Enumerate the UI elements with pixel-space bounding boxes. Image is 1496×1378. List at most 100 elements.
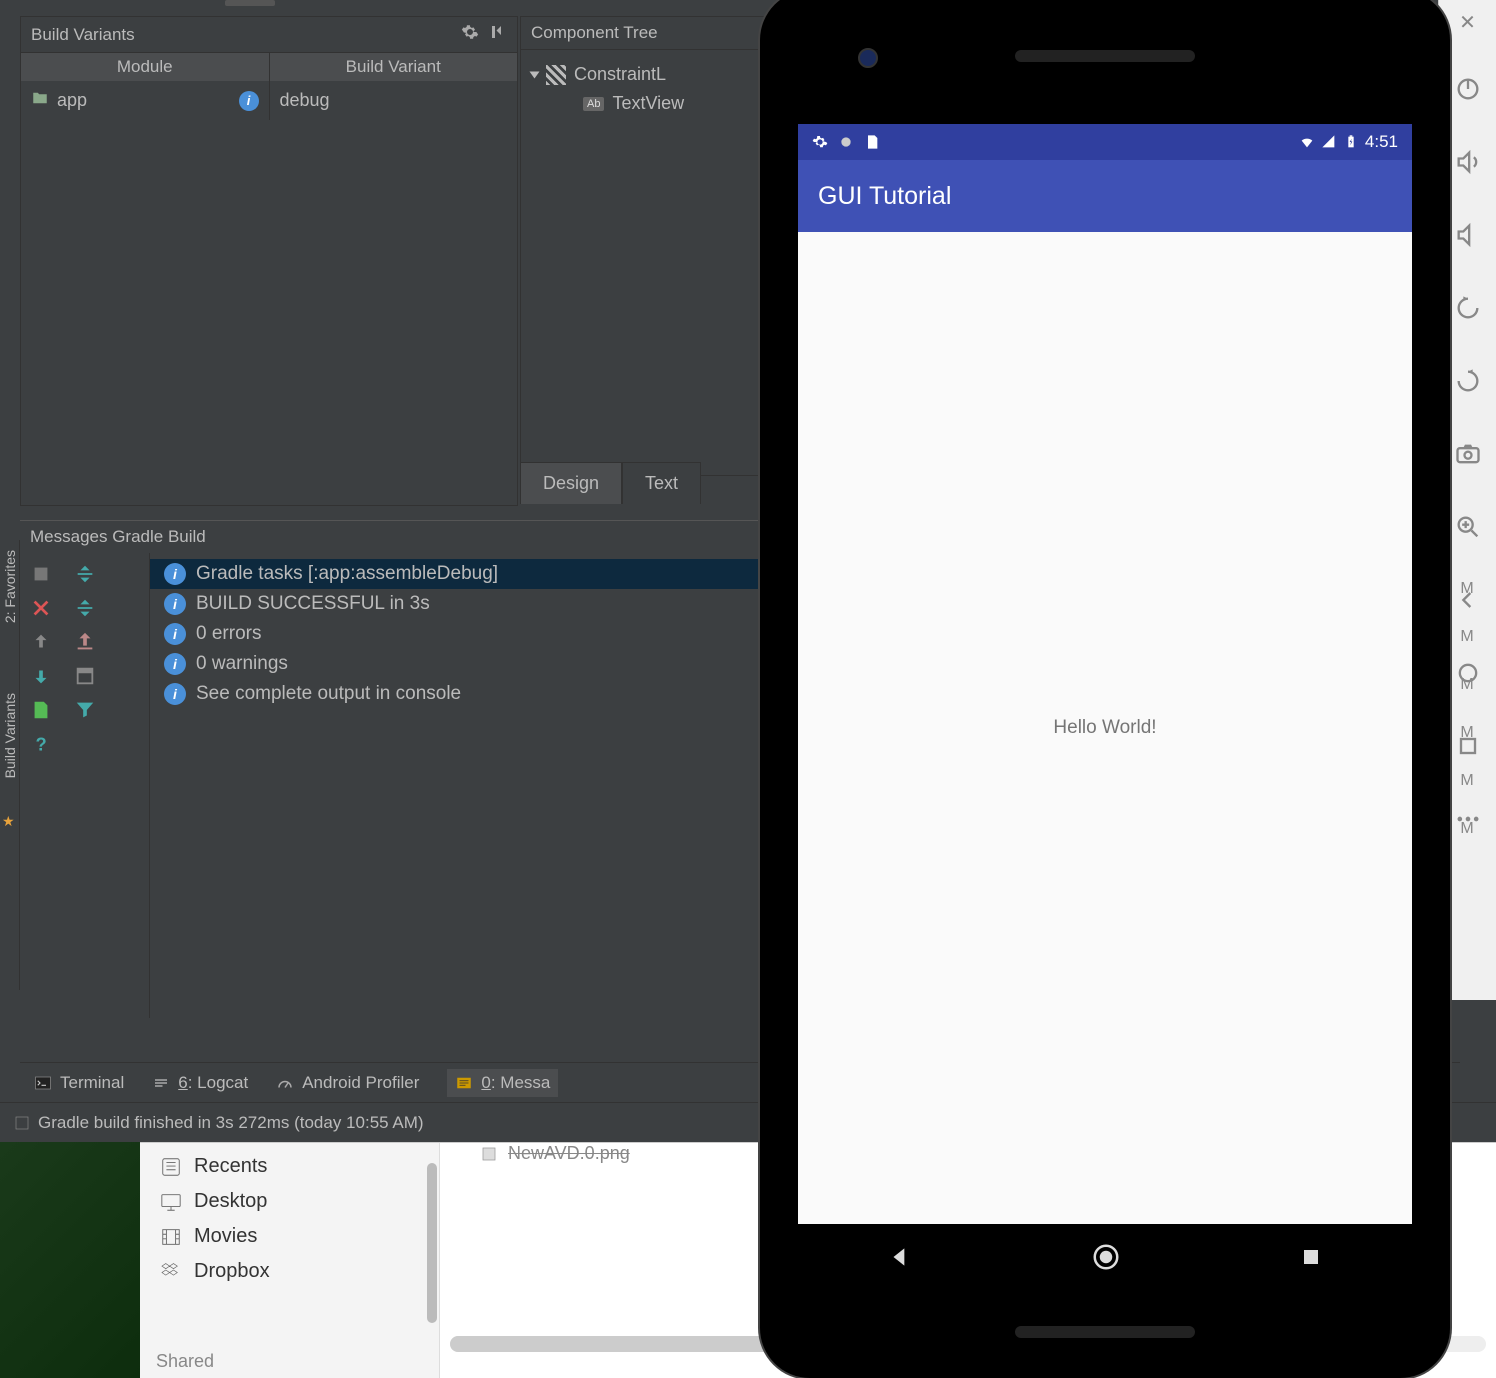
status-text: Gradle build finished in 3s 272ms (today… [38, 1113, 424, 1133]
rotate-left-icon[interactable] [1454, 294, 1482, 327]
close-icon[interactable]: ✕ [1459, 10, 1476, 35]
nav-home-icon[interactable] [1091, 1242, 1121, 1277]
front-camera-icon [858, 48, 878, 68]
desktop-background [0, 1142, 140, 1378]
help-icon[interactable]: ? [28, 731, 54, 757]
tab-logcat[interactable]: 6: Logcat [152, 1073, 248, 1093]
overflow-label: M [1460, 676, 1473, 694]
message-text: 0 errors [196, 623, 261, 645]
tree-item-root[interactable]: ConstraintL [531, 60, 789, 89]
gear-icon [812, 134, 828, 150]
sd-card-icon [864, 134, 880, 150]
rail-build-variants[interactable]: Build Variants [0, 683, 20, 788]
file-row[interactable]: NewAVD.0.png [480, 1143, 630, 1164]
overflow-label: M [1460, 580, 1473, 598]
expand-all-icon[interactable] [72, 595, 98, 621]
build-variants-title: Build Variants [31, 25, 135, 45]
messages-toolbar: ? [20, 553, 150, 1018]
tab-messages[interactable]: 0: Messa [447, 1069, 558, 1097]
overflow-label: M [1460, 724, 1473, 742]
tab-messages-label: : Messa [491, 1073, 551, 1092]
layout-editor-tabs: Design Text [520, 462, 701, 504]
scrollbar[interactable] [427, 1163, 437, 1323]
sidebar-item-movies[interactable]: Movies [140, 1219, 439, 1254]
volume-up-icon[interactable] [1454, 148, 1482, 181]
rotate-right-icon[interactable] [1454, 367, 1482, 400]
tree-root-label: ConstraintL [574, 64, 666, 85]
file-name: NewAVD.0.png [508, 1143, 630, 1164]
message-text: See complete output in console [196, 683, 461, 705]
arrow-up-icon[interactable] [28, 629, 54, 655]
earpiece-speaker [1015, 50, 1195, 62]
info-icon: i [164, 593, 186, 615]
tab-text[interactable]: Text [622, 462, 701, 504]
component-tree-panel: Component Tree ConstraintL Ab TextView [520, 16, 800, 476]
app-title: GUI Tutorial [818, 182, 951, 211]
sidebar-label: Recents [194, 1155, 267, 1178]
sidebar-item-dropbox[interactable]: Dropbox [140, 1254, 439, 1289]
circle-icon [838, 134, 854, 150]
gear-icon[interactable] [461, 23, 479, 46]
info-icon[interactable]: i [239, 91, 259, 111]
tree-item-child[interactable]: Ab TextView [531, 89, 789, 118]
power-icon[interactable] [1454, 75, 1482, 108]
build-variant-row[interactable]: app i debug [21, 81, 517, 120]
component-tree-title: Component Tree [521, 17, 799, 50]
filter-icon[interactable] [72, 697, 98, 723]
hide-panel-icon[interactable] [489, 23, 507, 46]
sidebar-label: Desktop [194, 1190, 267, 1213]
window-icon[interactable] [72, 663, 98, 689]
overflow-label: M [1460, 820, 1473, 838]
close-icon[interactable] [28, 595, 54, 621]
sidebar-item-desktop[interactable]: Desktop [140, 1184, 439, 1219]
overflow-label: M [1460, 772, 1473, 790]
tree-child-label: TextView [612, 93, 684, 114]
nav-overview-icon[interactable] [1299, 1245, 1323, 1274]
zoom-in-icon[interactable] [1454, 513, 1482, 546]
collapse-all-icon[interactable] [72, 561, 98, 587]
app-content: Hello World! [798, 232, 1412, 1224]
sidebar-label: Dropbox [194, 1260, 270, 1283]
tab-messages-mnemonic: 0 [481, 1073, 490, 1092]
folder-icon [31, 89, 49, 112]
rerun-icon[interactable] [28, 697, 54, 723]
camera-icon[interactable] [1454, 440, 1482, 473]
wifi-icon [1299, 134, 1315, 150]
android-emulator[interactable]: 4:51 GUI Tutorial Hello World! [760, 0, 1450, 1378]
chevron-down-icon[interactable] [530, 71, 540, 78]
textview-icon: Ab [583, 97, 604, 111]
tab-terminal[interactable]: Terminal [34, 1073, 124, 1093]
android-status-bar[interactable]: 4:51 [798, 124, 1412, 160]
info-icon: i [164, 653, 186, 675]
panel-drag-handle[interactable] [200, 0, 300, 10]
device-screen[interactable]: 4:51 GUI Tutorial Hello World! [798, 124, 1412, 1224]
tab-profiler-label: Android Profiler [302, 1073, 419, 1093]
info-icon: i [164, 563, 186, 585]
tab-logcat-label: : Logcat [188, 1073, 249, 1092]
tab-profiler[interactable]: Android Profiler [276, 1073, 419, 1093]
nav-back-icon[interactable] [887, 1244, 913, 1275]
stop-icon[interactable] [28, 561, 54, 587]
tab-logcat-mnemonic: 6 [178, 1073, 187, 1092]
volume-down-icon[interactable] [1454, 221, 1482, 254]
tab-design[interactable]: Design [520, 462, 622, 504]
constraint-layout-icon [546, 65, 566, 85]
column-header-variant[interactable]: Build Variant [270, 53, 518, 81]
rail-favorites[interactable]: 2: Favorites [0, 540, 20, 633]
tab-terminal-label: Terminal [60, 1073, 124, 1093]
battery-icon [1343, 134, 1359, 150]
build-variants-panel: Build Variants Module Build Variant app … [20, 16, 518, 506]
android-nav-bar [798, 1224, 1412, 1294]
info-icon: i [164, 683, 186, 705]
finder-sidebar: Recents Desktop Movies Dropbox Shared [140, 1143, 440, 1378]
svg-text:?: ? [36, 733, 47, 754]
signal-icon [1321, 134, 1337, 150]
overflow-label: M [1460, 628, 1473, 646]
export-icon[interactable] [72, 629, 98, 655]
message-text: Gradle tasks [:app:assembleDebug] [196, 563, 498, 585]
arrow-down-icon[interactable] [28, 663, 54, 689]
sidebar-item-recents[interactable]: Recents [140, 1149, 439, 1184]
column-header-module[interactable]: Module [21, 53, 270, 81]
bottom-speaker [1015, 1326, 1195, 1338]
status-time: 4:51 [1365, 132, 1398, 152]
